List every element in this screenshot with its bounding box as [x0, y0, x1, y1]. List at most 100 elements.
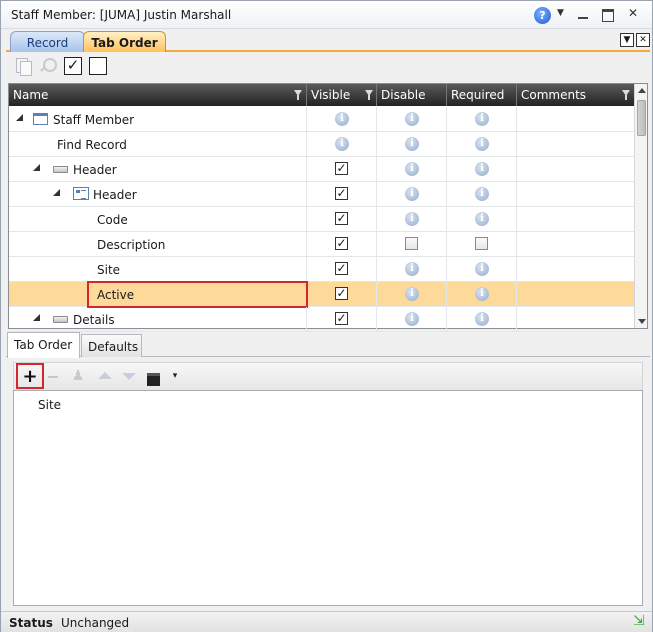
cell-comments[interactable]: [517, 282, 634, 307]
cell-name[interactable]: Active: [9, 282, 307, 307]
visible-checkbox[interactable]: ✓: [335, 187, 348, 200]
copy-icon[interactable]: [14, 57, 32, 76]
info-icon[interactable]: i: [475, 187, 489, 201]
table-row[interactable]: Details ✓ i i: [9, 307, 634, 332]
filter-icon[interactable]: [365, 90, 373, 100]
info-icon[interactable]: i: [475, 262, 489, 276]
info-icon[interactable]: i: [405, 137, 419, 151]
info-icon[interactable]: i: [335, 137, 349, 151]
collapse-icon[interactable]: [16, 114, 23, 121]
table-row[interactable]: Header ✓ i i: [9, 182, 634, 207]
column-header-visible[interactable]: Visible: [307, 84, 377, 106]
find-icon[interactable]: [38, 57, 57, 75]
cell-comments[interactable]: [517, 182, 634, 207]
visible-checkbox[interactable]: ✓: [335, 212, 348, 225]
close-tab-icon[interactable]: ✕: [636, 33, 650, 47]
info-icon[interactable]: i: [475, 212, 489, 226]
grid-scrollbar[interactable]: [634, 84, 647, 328]
cell-name[interactable]: Header: [9, 157, 307, 182]
tab-tab-order[interactable]: Tab Order: [83, 31, 166, 52]
cell-name[interactable]: Find Record: [9, 132, 307, 157]
info-icon[interactable]: i: [475, 112, 489, 126]
filter-icon[interactable]: [294, 90, 302, 100]
tab-order-list[interactable]: Site: [13, 390, 643, 606]
table-row[interactable]: Active ✓ i i: [9, 282, 634, 307]
close-button[interactable]: ✕: [625, 6, 641, 22]
user-icon[interactable]: ♟: [69, 368, 87, 386]
info-icon[interactable]: i: [475, 162, 489, 176]
move-down-icon[interactable]: [120, 368, 138, 386]
column-header-name[interactable]: Name: [9, 84, 307, 106]
staff-member-window: Staff Member: [JUMA] Justin Marshall ? ▼…: [0, 0, 653, 632]
info-icon[interactable]: i: [405, 312, 419, 326]
collapse-icon[interactable]: [33, 164, 40, 171]
cell-comments[interactable]: [517, 207, 634, 232]
column-header-disable[interactable]: Disable: [377, 84, 447, 106]
scroll-up-icon[interactable]: [638, 88, 646, 93]
window-title: Staff Member: [JUMA] Justin Marshall: [11, 8, 232, 22]
info-icon[interactable]: i: [475, 137, 489, 151]
tab-defaults[interactable]: Defaults: [81, 334, 142, 357]
cell-name[interactable]: Details: [9, 307, 307, 332]
screen-icon[interactable]: [145, 368, 161, 386]
header-icon: [53, 316, 68, 323]
tab-tab-order-list[interactable]: Tab Order: [7, 332, 80, 358]
filter-icon[interactable]: [622, 90, 630, 100]
visible-checkbox[interactable]: ✓: [335, 162, 348, 175]
help-dropdown-icon[interactable]: ▼: [557, 8, 564, 18]
column-header-required[interactable]: Required: [447, 84, 517, 106]
scroll-down-icon[interactable]: [638, 319, 646, 324]
table-row[interactable]: Description ✓: [9, 232, 634, 257]
visible-checkbox[interactable]: ✓: [335, 312, 348, 325]
tab-list-dropdown-icon[interactable]: ▼: [620, 33, 634, 47]
info-icon[interactable]: i: [405, 162, 419, 176]
table-row[interactable]: Site ✓ i i: [9, 257, 634, 282]
table-row[interactable]: Find Record i i i: [9, 132, 634, 157]
table-row[interactable]: Staff Member i i i: [9, 107, 634, 132]
uncheck-all-button[interactable]: [89, 57, 107, 75]
help-icon[interactable]: ?: [534, 7, 551, 24]
minimize-button[interactable]: [575, 6, 591, 22]
collapse-icon[interactable]: [33, 314, 40, 321]
screen-dropdown-icon[interactable]: ▾: [166, 368, 184, 386]
cell-comments[interactable]: [517, 157, 634, 182]
info-icon[interactable]: i: [475, 312, 489, 326]
info-icon[interactable]: i: [405, 287, 419, 301]
scroll-thumb[interactable]: [637, 100, 646, 136]
cell-name[interactable]: Site: [9, 257, 307, 282]
column-header-label: Comments: [521, 88, 587, 102]
info-icon[interactable]: i: [405, 112, 419, 126]
cell-comments[interactable]: [517, 132, 634, 157]
list-item[interactable]: Site: [38, 398, 61, 412]
visible-checkbox[interactable]: ✓: [335, 237, 348, 250]
cell-comments[interactable]: [517, 107, 634, 132]
info-icon[interactable]: i: [335, 112, 349, 126]
visible-checkbox[interactable]: ✓: [335, 287, 348, 300]
cell-comments[interactable]: [517, 257, 634, 282]
table-row[interactable]: Header ✓ i i: [9, 157, 634, 182]
cell-required: i: [447, 282, 517, 307]
cell-name[interactable]: Code: [9, 207, 307, 232]
required-checkbox[interactable]: [475, 237, 488, 250]
remove-icon[interactable]: −: [44, 368, 62, 386]
cell-name[interactable]: Staff Member: [9, 107, 307, 132]
collapse-icon[interactable]: [53, 189, 60, 196]
resize-grip-icon[interactable]: [633, 613, 647, 629]
info-icon[interactable]: i: [405, 262, 419, 276]
info-icon[interactable]: i: [405, 187, 419, 201]
cell-name[interactable]: Description: [9, 232, 307, 257]
tab-record[interactable]: Record: [10, 31, 85, 52]
info-icon[interactable]: i: [475, 287, 489, 301]
cell-name[interactable]: Header: [9, 182, 307, 207]
maximize-button[interactable]: [599, 6, 615, 22]
cell-comments[interactable]: [517, 232, 634, 257]
cell-comments[interactable]: [517, 307, 634, 332]
add-icon[interactable]: +: [21, 368, 39, 386]
check-all-button[interactable]: ✓: [64, 57, 82, 75]
table-row[interactable]: Code ✓ i i: [9, 207, 634, 232]
move-up-icon[interactable]: [96, 368, 114, 386]
info-icon[interactable]: i: [405, 212, 419, 226]
column-header-comments[interactable]: Comments: [517, 84, 634, 106]
disable-checkbox[interactable]: [405, 237, 418, 250]
visible-checkbox[interactable]: ✓: [335, 262, 348, 275]
